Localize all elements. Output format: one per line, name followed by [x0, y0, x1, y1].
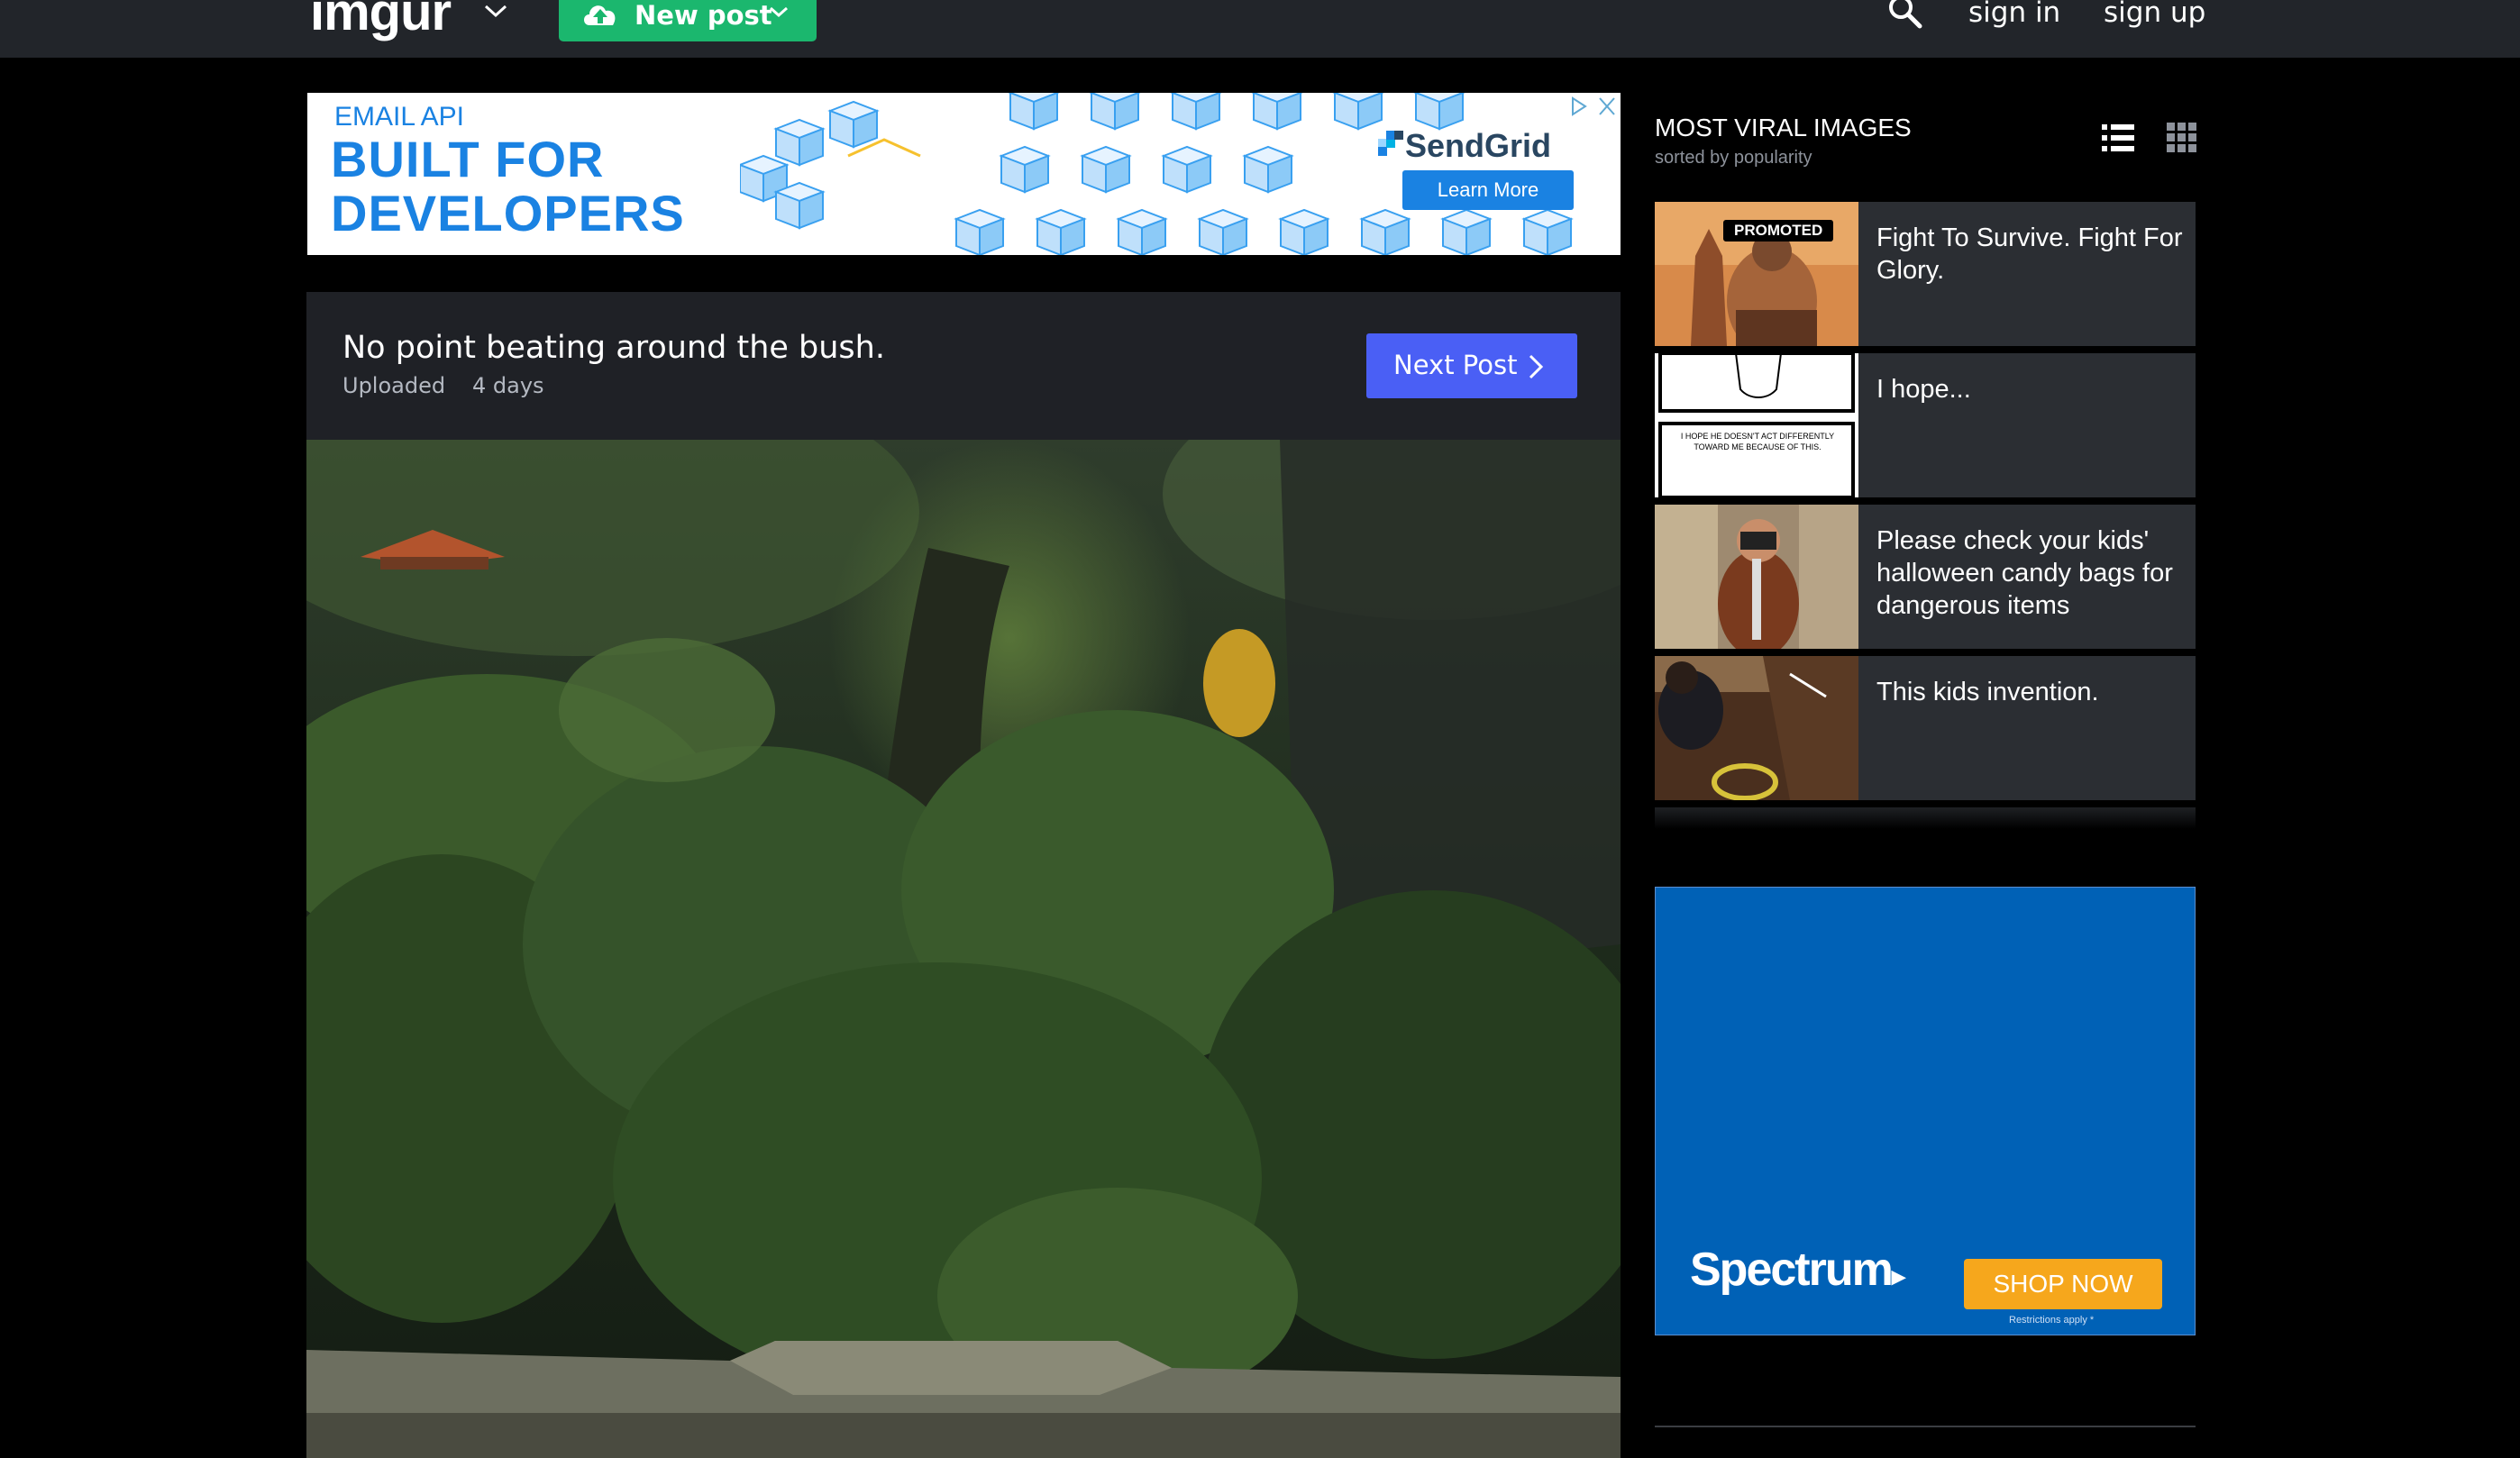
ad-kicker: EMAIL API [334, 102, 464, 132]
sendgrid-logo-icon [1378, 131, 1403, 156]
sidebar-title: MOST VIRAL IMAGES [1655, 114, 1912, 141]
promoted-badge: PROMOTED [1723, 220, 1834, 241]
ad-brand: SendGrid [1405, 127, 1552, 164]
viral-item-thumbnail [1655, 656, 1858, 800]
viral-item-title: I hope... [1876, 375, 1971, 404]
more-items-fade [1655, 807, 2196, 829]
sign-up-link[interactable]: sign up [2104, 0, 2205, 31]
uploaded-label: Uploaded [342, 373, 446, 398]
viral-item-title: Fight To Survive. Fight For Glory. [1876, 223, 2183, 285]
ad-brand: Spectrum▸ [1690, 1244, 1905, 1296]
uploaded-time: 4 days [472, 373, 544, 398]
upload-cloud-icon [584, 5, 616, 26]
sidebar-subtitle: sorted by popularity [1655, 148, 1812, 168]
grid-view-icon[interactable] [2167, 123, 2197, 153]
imgur-logo[interactable]: imgur [310, 0, 452, 40]
banner-ad[interactable]: EMAIL API BUILT FOR DEVELOPERS SendGrid … [307, 93, 1621, 255]
new-post-button[interactable]: New post [559, 0, 817, 41]
viral-item[interactable]: Please check your kids' halloween candy … [1655, 505, 2196, 649]
viral-item[interactable]: I HOPE HE DOESN'T ACT DIFFERENTLY TOWARD… [1655, 353, 2196, 497]
learn-more-button[interactable]: Learn More [1402, 170, 1574, 210]
next-post-label: Next Post [1393, 350, 1518, 380]
post-image-jungle[interactable] [306, 440, 1621, 1458]
viral-item-title: This kids invention. [1876, 678, 2099, 706]
ad-headline-line-1: BUILT FOR [331, 131, 605, 187]
list-view-icon[interactable] [2102, 123, 2134, 153]
side-ad[interactable]: Spectrum▸ SHOP NOW Restrictions apply * [1655, 887, 2196, 1335]
sign-in-link[interactable]: sign in [1968, 0, 2060, 31]
viral-item-title: Please check your kids' halloween candy … [1876, 526, 2173, 620]
viral-item[interactable]: PROMOTED Fight To Survive. Fight For Glo… [1655, 202, 2196, 346]
search-icon[interactable] [1887, 0, 1923, 29]
viral-item-thumbnail [1655, 353, 1858, 497]
ad-fine-print: Restrictions apply * [2009, 1315, 2095, 1326]
new-post-label: New post [635, 0, 772, 31]
ad-choices-icon[interactable] [1567, 93, 1621, 120]
viral-item[interactable]: This kids invention. [1655, 656, 2196, 800]
ad-headline: BUILT FOR DEVELOPERS [331, 132, 685, 241]
next-post-button[interactable]: Next Post [1366, 333, 1577, 398]
shop-now-button[interactable]: SHOP NOW [1964, 1259, 2162, 1309]
chevron-right-icon [1529, 354, 1544, 379]
chevron-down-icon[interactable] [483, 4, 508, 18]
post-title: No point beating around the bush. [342, 330, 885, 366]
sidebar-divider [1655, 1426, 2196, 1427]
ad-headline-line-2: DEVELOPERS [331, 185, 685, 241]
chevron-down-icon [770, 6, 788, 18]
thumbnail-caption: I HOPE HE DOESN'T ACT DIFFERENTLY TOWARD… [1680, 432, 1835, 451]
viral-item-thumbnail [1655, 505, 1858, 649]
